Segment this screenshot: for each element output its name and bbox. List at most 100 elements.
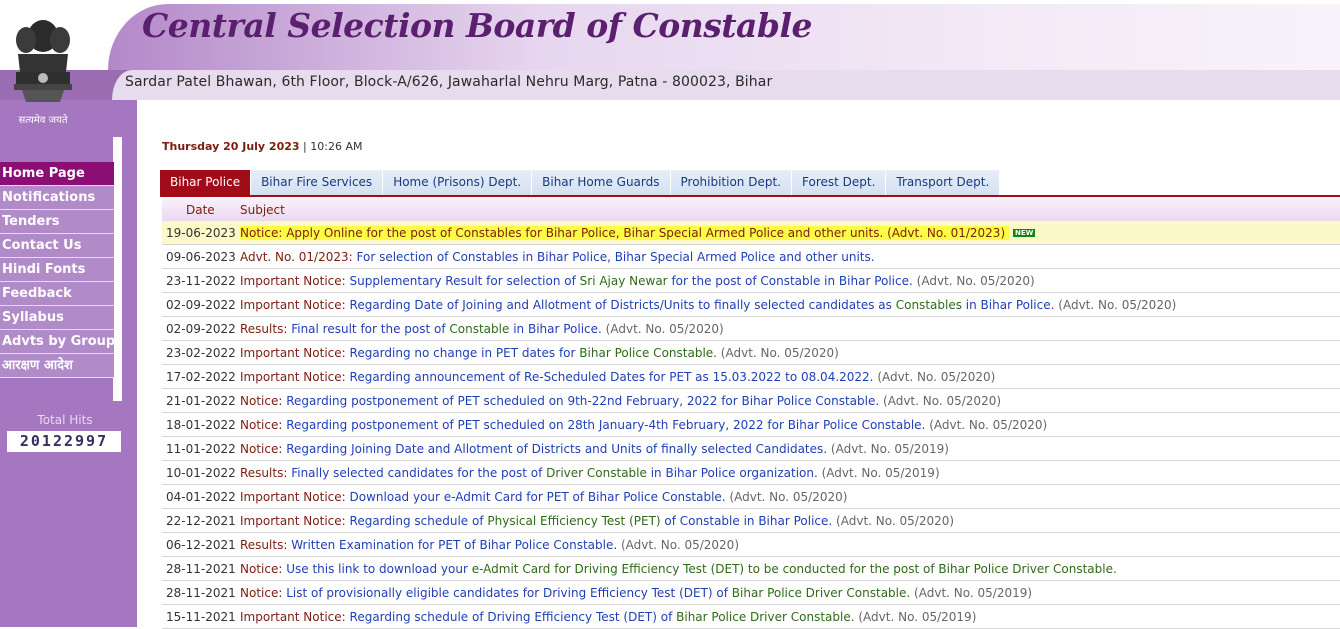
notice-link[interactable]: Supplementary Result for selection of bbox=[350, 274, 576, 288]
notice-link[interactable]: Regarding postponement of PET scheduled … bbox=[286, 394, 879, 408]
table-row: 28-11-2021 Notice: Use this link to downl… bbox=[162, 556, 1340, 581]
notice-link[interactable]: Regarding schedule of Driving Efficiency… bbox=[350, 610, 673, 624]
notice-date: 04-01-2022 bbox=[162, 484, 236, 509]
notice-keyword[interactable]: Constables bbox=[896, 298, 962, 312]
advt-number: (Advt. No. 01/2023) bbox=[887, 225, 1006, 240]
current-date: Thursday 20 July 2023 bbox=[162, 140, 300, 153]
notice-link[interactable]: Written Examination for PET of Bihar Pol… bbox=[291, 538, 617, 552]
tab-home-prisons-dept[interactable]: Home (Prisons) Dept. bbox=[383, 170, 532, 195]
table-row: 23-11-2022 Important Notice: Supplementar… bbox=[162, 268, 1340, 293]
notice-subject: Important Notice: Regarding no change in… bbox=[236, 340, 1340, 365]
table-row: 02-09-2022 Important Notice: Regarding Da… bbox=[162, 292, 1340, 317]
table-row: 09-06-2023 Advt. No. 01/2023: For selecti… bbox=[162, 244, 1340, 269]
notice-link[interactable]: Regarding announcement of Re-Scheduled D… bbox=[350, 370, 874, 384]
notice-subject: Notice: Regarding postponement of PET sc… bbox=[236, 388, 1340, 413]
notice-link[interactable]: For selection of Constables in Bihar Pol… bbox=[357, 250, 875, 264]
notice-subject: Important Notice: Regarding announcement… bbox=[236, 364, 1340, 389]
sidebar-item-tenders[interactable]: Tenders bbox=[0, 210, 114, 234]
notice-type: Notice: bbox=[240, 225, 283, 240]
tab-bihar-police[interactable]: Bihar Police bbox=[160, 170, 251, 195]
notice-date: 18-01-2022 bbox=[162, 412, 236, 437]
current-datetime: Thursday 20 July 2023 | 10:26 AM bbox=[162, 140, 362, 153]
notice-subject: Advt. No. 01/2023: For selection of Cons… bbox=[236, 244, 1340, 269]
notice-type: Notice: bbox=[240, 561, 283, 576]
tab-underline bbox=[160, 195, 1340, 197]
notice-type: Results: bbox=[240, 537, 288, 552]
notice-link-tail[interactable]: in Bihar Police organization. bbox=[651, 466, 818, 480]
notice-keyword[interactable]: Bihar Police Constable. bbox=[579, 346, 717, 360]
notice-link[interactable]: Regarding schedule of bbox=[350, 514, 484, 528]
notice-type: Notice: bbox=[240, 417, 283, 432]
notice-keyword[interactable]: Physical Efficiency Test (PET) bbox=[487, 514, 660, 528]
notice-keyword[interactable]: Constable bbox=[449, 322, 509, 336]
notice-subject: Notice: List of provisionally eligible c… bbox=[236, 580, 1340, 605]
notice-date: 02-09-2022 bbox=[162, 316, 236, 341]
notice-date: 10-01-2022 bbox=[162, 460, 236, 485]
advt-number: (Advt. No. 05/2020) bbox=[720, 345, 839, 360]
site-address: Sardar Patel Bhawan, 6th Floor, Block-A/… bbox=[125, 74, 773, 90]
advt-number: (Advt. No. 05/2019) bbox=[821, 465, 940, 480]
advt-number: (Advt. No. 05/2019) bbox=[830, 441, 949, 456]
table-row: 17-02-2022 Important Notice: Regarding an… bbox=[162, 364, 1340, 389]
sidebar-item-contact-us[interactable]: Contact Us bbox=[0, 234, 114, 258]
sidebar-item-hindi-fonts[interactable]: Hindi Fonts bbox=[0, 258, 114, 282]
notice-keyword[interactable]: Bihar Police Driver Constable. bbox=[676, 610, 854, 624]
site-header: Central Selection Board of Constable Sar… bbox=[0, 0, 1340, 100]
notice-type: Results: bbox=[240, 321, 288, 336]
notice-type: Notice: bbox=[240, 441, 283, 456]
notice-subject: Notice: Regarding postponement of PET sc… bbox=[236, 412, 1340, 437]
notice-date: 23-11-2022 bbox=[162, 268, 236, 293]
notice-type: Important Notice: bbox=[240, 489, 346, 504]
table-row: 21-01-2022 Notice: Regarding postponement… bbox=[162, 388, 1340, 413]
tab-transport-dept[interactable]: Transport Dept. bbox=[886, 170, 1000, 195]
notice-keyword[interactable]: Driver Constable bbox=[546, 466, 647, 480]
notice-link[interactable]: Apply Online for the post of Constables … bbox=[286, 226, 883, 240]
current-time: 10:26 AM bbox=[310, 140, 363, 153]
sidebar-item-feedback[interactable]: Feedback bbox=[0, 282, 114, 306]
notice-keyword[interactable]: Sri Ajay Newar bbox=[580, 274, 668, 288]
notice-link[interactable]: Regarding Date of Joining and Allotment … bbox=[350, 298, 892, 312]
site-title: Central Selection Board of Constable bbox=[142, 6, 813, 45]
notice-link[interactable]: Download your e-Admit Card for PET of Bi… bbox=[350, 490, 726, 504]
notice-link[interactable]: Final result for the post of bbox=[291, 322, 445, 336]
table-row: 06-12-2021 Results: Written Examination f… bbox=[162, 532, 1340, 557]
sidebar-item-syllabus[interactable]: Syllabus bbox=[0, 306, 114, 330]
sidebar-item-home-page[interactable]: Home Page bbox=[0, 162, 114, 186]
notice-type: Important Notice: bbox=[240, 609, 346, 624]
notice-link[interactable]: Regarding no change in PET dates for bbox=[350, 346, 576, 360]
notice-date: 22-12-2021 bbox=[162, 508, 236, 533]
tab-bihar-fire-services[interactable]: Bihar Fire Services bbox=[251, 170, 383, 195]
table-row: 15-11-2021 Important Notice: Regarding sc… bbox=[162, 604, 1340, 629]
emblem-motto: सत्यमेव जयते bbox=[18, 115, 68, 126]
notice-subject: Results: Written Examination for PET of … bbox=[236, 532, 1340, 557]
advt-number: (Advt. No. 05/2020) bbox=[621, 537, 740, 552]
tab-bihar-home-guards[interactable]: Bihar Home Guards bbox=[532, 170, 670, 195]
notice-date: 28-11-2021 bbox=[162, 556, 236, 581]
table-row: 18-01-2022 Notice: Regarding postponement… bbox=[162, 412, 1340, 437]
notice-link-tail[interactable]: in Bihar Police. bbox=[966, 298, 1055, 312]
advt-number: (Advt. No. 05/2020) bbox=[883, 393, 1002, 408]
notice-keyword[interactable]: Bihar Police Driver Constable. bbox=[732, 586, 910, 600]
notice-link[interactable]: Regarding postponement of PET scheduled … bbox=[286, 418, 925, 432]
notice-link-tail[interactable]: in Bihar Police. bbox=[513, 322, 602, 336]
hits-label: Total Hits bbox=[37, 413, 93, 427]
notice-type: Important Notice: bbox=[240, 345, 346, 360]
tab-forest-dept[interactable]: Forest Dept. bbox=[792, 170, 886, 195]
advt-number: (Advt. No. 05/2020) bbox=[605, 321, 724, 336]
sidebar-item-notifications[interactable]: Notifications bbox=[0, 186, 114, 210]
sidebar-item-advts-by-group[interactable]: Advts by Group bbox=[0, 330, 115, 354]
notice-link-tail[interactable]: for the post of Constable in Bihar Polic… bbox=[671, 274, 912, 288]
notice-link[interactable]: Use this link to download your bbox=[286, 562, 468, 576]
notice-subject: Important Notice: Download your e-Admit … bbox=[236, 484, 1340, 509]
notice-subject: Notice: Use this link to download your e… bbox=[236, 556, 1340, 581]
advt-number: (Advt. No. 05/2019) bbox=[914, 585, 1033, 600]
notice-link[interactable]: Finally selected candidates for the post… bbox=[291, 466, 542, 480]
sidebar-item-reservation-order[interactable]: आरक्षण आदेश bbox=[0, 354, 114, 378]
notice-link-tail[interactable]: of Constable in Bihar Police. bbox=[664, 514, 832, 528]
notice-link[interactable]: Regarding Joining Date and Allotment of … bbox=[286, 442, 827, 456]
notice-subject: Results: Finally selected candidates for… bbox=[236, 460, 1340, 485]
notice-link[interactable]: List of provisionally eligible candidate… bbox=[286, 586, 728, 600]
advt-number: (Advt. No. 05/2019) bbox=[858, 609, 977, 624]
notice-keyword[interactable]: e-Admit Card for Driving Efficiency Test… bbox=[472, 562, 1117, 576]
tab-prohibition-dept[interactable]: Prohibition Dept. bbox=[670, 170, 791, 195]
